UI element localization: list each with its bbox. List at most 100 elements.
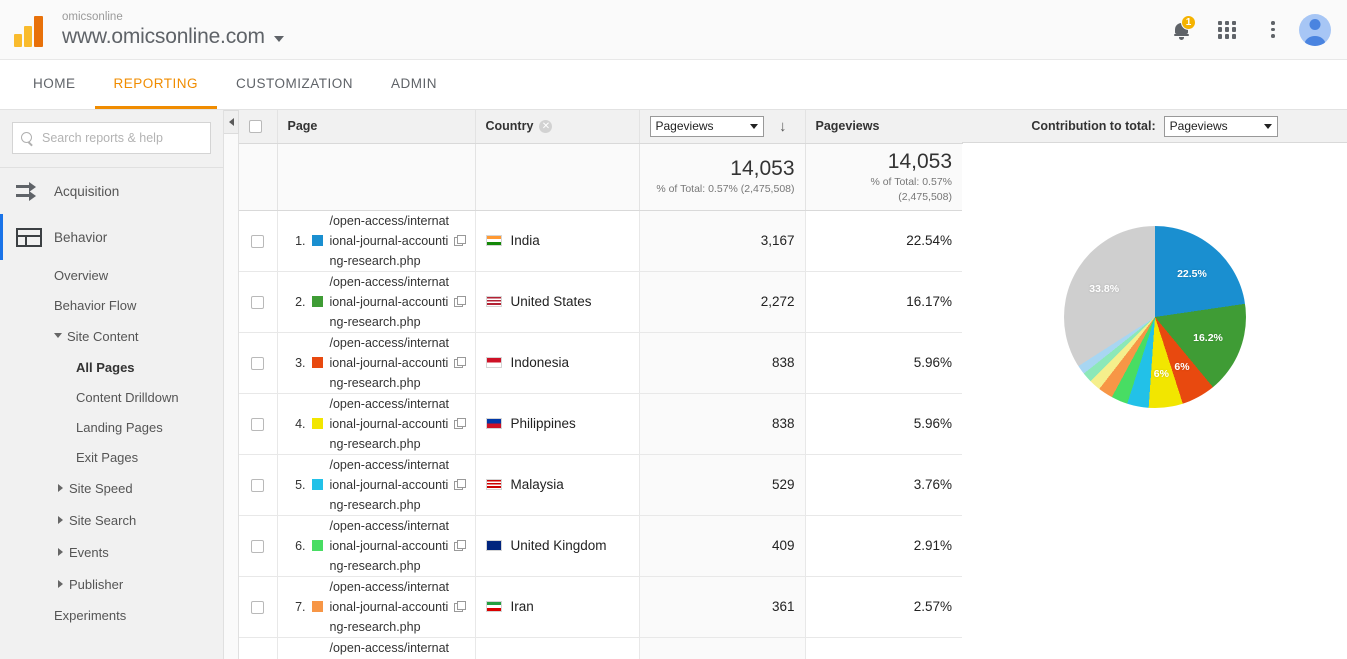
- contribution-pie-chart[interactable]: 22.5% 16.2% 6% 6% 33.8%: [1063, 226, 1246, 408]
- page-url[interactable]: /open-access/international-journal-accou…: [330, 577, 450, 637]
- sidebar-search-wrapper: [0, 110, 223, 165]
- more-options-button[interactable]: [1253, 10, 1293, 50]
- country-name[interactable]: Philippines: [511, 416, 576, 431]
- sort-descending-arrow[interactable]: ↓: [779, 118, 787, 135]
- tab-admin[interactable]: ADMIN: [372, 60, 456, 109]
- external-link-icon[interactable]: [453, 235, 466, 246]
- sidebar-item-behavior[interactable]: Behavior: [0, 214, 223, 260]
- header-percent[interactable]: Pageviews: [805, 110, 963, 144]
- row-checkbox[interactable]: [251, 479, 265, 493]
- collapse-panel-icon[interactable]: [224, 110, 239, 134]
- remove-dimension-icon[interactable]: ✕: [539, 120, 553, 134]
- table-row[interactable]: 6. /open-access/international-journal-acc…: [239, 515, 962, 577]
- percent-value: 16.17%: [805, 271, 962, 333]
- summary-percent-value: 14,053: [887, 149, 952, 173]
- country-name[interactable]: Indonesia: [511, 355, 570, 370]
- external-link-icon[interactable]: [453, 296, 466, 307]
- table-row[interactable]: 5. /open-access/international-journal-acc…: [239, 454, 962, 516]
- row-checkbox-cell: [239, 637, 278, 659]
- pageviews-value: 838: [639, 393, 806, 455]
- tab-home[interactable]: HOME: [14, 60, 95, 109]
- table-header-row: Page Country ✕ Pageviews ↓ Pageviews: [239, 110, 963, 144]
- sidebar-group-publisher[interactable]: Publisher: [0, 568, 223, 600]
- external-link-icon[interactable]: [453, 357, 466, 368]
- sidebar-group-site-search[interactable]: Site Search: [0, 504, 223, 536]
- property-selector[interactable]: www.omicsonline.com: [62, 24, 284, 50]
- row-checkbox[interactable]: [251, 418, 265, 432]
- tab-reporting[interactable]: REPORTING: [94, 60, 218, 109]
- row-checkbox[interactable]: [251, 296, 265, 310]
- row-checkbox[interactable]: [251, 601, 265, 615]
- percent-value: 2.91%: [805, 515, 962, 577]
- apps-grid-icon: [1218, 20, 1236, 39]
- pageviews-value: 529: [639, 454, 806, 516]
- row-checkbox-cell: [239, 332, 278, 394]
- page-url[interactable]: /open-access/international-journal-accou…: [330, 333, 450, 393]
- row-checkbox-cell: [239, 515, 278, 577]
- table-row[interactable]: 2. /open-access/international-journal-acc…: [239, 271, 962, 333]
- series-color-swatch: [311, 235, 323, 246]
- page-url[interactable]: /open-access/international-journal-accou…: [330, 455, 450, 515]
- row-checkbox[interactable]: [251, 235, 265, 249]
- external-link-icon[interactable]: [453, 601, 466, 612]
- sidebar-group-site-speed[interactable]: Site Speed: [0, 472, 223, 504]
- country-name[interactable]: United States: [511, 294, 592, 309]
- external-link-icon[interactable]: [453, 418, 466, 429]
- page-url[interactable]: /open-access/international-journal-accou…: [330, 394, 450, 454]
- triangle-right-icon: [58, 548, 63, 556]
- sidebar-group-label: Site Content: [67, 328, 139, 344]
- behavior-layout-icon: [16, 227, 42, 247]
- external-link-icon[interactable]: [453, 479, 466, 490]
- sidebar-item-content-drilldown[interactable]: Content Drilldown: [0, 382, 223, 412]
- row-checkbox[interactable]: [251, 540, 265, 554]
- tab-customization[interactable]: CUSTOMIZATION: [217, 60, 372, 109]
- row-checkbox[interactable]: [251, 357, 265, 371]
- sidebar-group-events[interactable]: Events: [0, 536, 223, 568]
- user-avatar-icon[interactable]: [1299, 13, 1331, 46]
- main-area: Acquisition Behavior Overview Behavior F…: [0, 110, 1347, 659]
- notifications-button[interactable]: 1: [1161, 10, 1201, 50]
- select-all-checkbox[interactable]: [249, 120, 262, 134]
- summary-country-cell: [475, 143, 640, 211]
- country-name[interactable]: United Kingdom: [511, 538, 607, 553]
- sidebar-group-label: Site Search: [69, 512, 137, 528]
- page-url[interactable]: /open-access/international-journal-accou…: [330, 211, 450, 271]
- table-row[interactable]: 8./open-access/international-journal-acc…: [239, 637, 962, 659]
- page-url[interactable]: /open-access/international-journal-accou…: [330, 516, 450, 576]
- sidebar-item-acquisition[interactable]: Acquisition: [0, 168, 223, 214]
- chevron-down-icon: [1263, 123, 1272, 129]
- report-content: Page Country ✕ Pageviews ↓ Pageviews 14,…: [224, 110, 1347, 659]
- sidebar-item-landing-pages[interactable]: Landing Pages: [0, 412, 223, 442]
- flag-us-icon: [485, 296, 502, 307]
- country-name[interactable]: Iran: [511, 599, 534, 614]
- sidebar-item-exit-pages[interactable]: Exit Pages: [0, 442, 223, 472]
- header-page[interactable]: Page: [277, 110, 476, 144]
- row-checkbox-cell: [239, 393, 278, 455]
- page-url[interactable]: /open-access/international-journal-accou…: [330, 638, 450, 659]
- sidebar-item-behavior-flow[interactable]: Behavior Flow: [0, 290, 223, 320]
- sidebar-group-site-content[interactable]: Site Content: [0, 320, 223, 352]
- sidebar-item-overview[interactable]: Overview: [0, 260, 223, 290]
- sidebar-item-all-pages[interactable]: All Pages: [0, 352, 223, 382]
- summary-metric-value: 14,053: [730, 157, 795, 180]
- table-row[interactable]: 3. /open-access/international-journal-acc…: [239, 332, 962, 394]
- pie-slice-label: 6%: [1153, 367, 1169, 380]
- search-input[interactable]: [40, 130, 202, 146]
- search-box[interactable]: [12, 122, 211, 154]
- country-name[interactable]: Malaysia: [511, 477, 564, 492]
- summary-checkbox-cell: [239, 143, 278, 211]
- table-row[interactable]: 7. /open-access/international-journal-acc…: [239, 576, 962, 638]
- external-link-icon[interactable]: [453, 540, 466, 551]
- header-country[interactable]: Country ✕: [475, 110, 640, 144]
- country-name[interactable]: India: [511, 233, 540, 248]
- contribution-metric-select[interactable]: Pageviews: [1163, 115, 1278, 137]
- page-cell: 8./open-access/international-journal-acc…: [277, 637, 476, 659]
- apps-button[interactable]: [1207, 10, 1247, 50]
- page-url[interactable]: /open-access/international-journal-accou…: [330, 272, 450, 332]
- sidebar-item-label: Acquisition: [54, 183, 120, 199]
- table-row[interactable]: 4. /open-access/international-journal-acc…: [239, 393, 962, 455]
- country-cell: Philippines: [475, 393, 640, 455]
- table-row[interactable]: 1. /open-access/international-journal-acc…: [239, 210, 962, 272]
- sidebar-item-experiments[interactable]: Experiments: [0, 600, 223, 630]
- metric-select[interactable]: Pageviews: [649, 115, 764, 137]
